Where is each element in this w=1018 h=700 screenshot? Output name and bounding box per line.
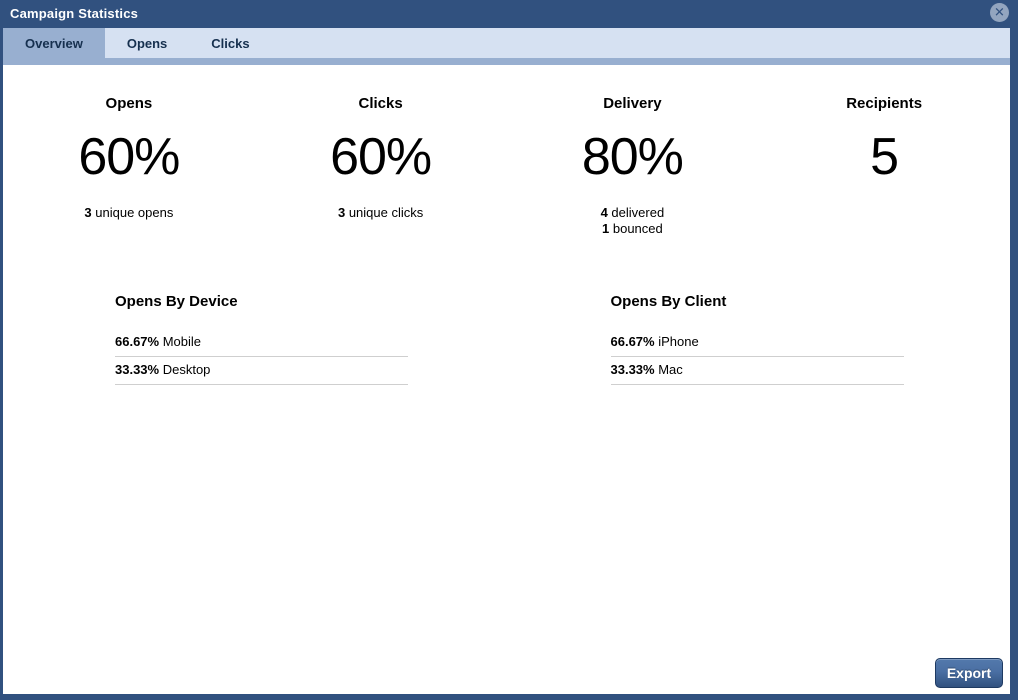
- detail-count: 3: [84, 205, 91, 220]
- breakdown-row: 33.33% Desktop: [115, 357, 408, 385]
- detail-label: unique opens: [95, 205, 173, 220]
- detail-count: 3: [338, 205, 345, 220]
- row-label: Mac: [658, 362, 683, 377]
- section-opens-by-client: Opens By Client 66.67% iPhone 33.33% Mac: [507, 293, 1011, 385]
- tab-clicks[interactable]: Clicks: [189, 28, 271, 58]
- tab-opens[interactable]: Opens: [105, 28, 189, 58]
- breakdown-row: 33.33% Mac: [611, 357, 904, 385]
- close-button[interactable]: ✕: [990, 3, 1009, 22]
- section-title: Opens By Device: [115, 293, 507, 311]
- stat-title: Opens: [3, 95, 255, 113]
- row-label: iPhone: [658, 334, 698, 349]
- stat-detail-line: 1 bounced: [507, 221, 759, 237]
- selected-tab-strip: [3, 58, 1010, 65]
- row-label: Desktop: [163, 362, 211, 377]
- row-percent: 66.67%: [611, 334, 655, 349]
- breakdown-row: 66.67% iPhone: [611, 329, 904, 357]
- stat-value: 5: [758, 129, 1010, 185]
- detail-count: 1: [602, 221, 609, 236]
- overview-panel: Opens 60% 3 unique opens Clicks 60% 3 un…: [3, 65, 1010, 694]
- stat-value: 60%: [3, 129, 255, 185]
- stat-delivery: Delivery 80% 4 delivered 1 bounced: [507, 95, 759, 237]
- row-label: Mobile: [163, 334, 201, 349]
- stat-details: 3 unique opens: [3, 205, 255, 221]
- tab-overview[interactable]: Overview: [3, 28, 105, 58]
- breakdown-row: 66.67% Mobile: [115, 329, 408, 357]
- stat-recipients: Recipients 5: [758, 95, 1010, 237]
- stat-title: Clicks: [255, 95, 507, 113]
- detail-label: bounced: [613, 221, 663, 236]
- stat-details: 4 delivered 1 bounced: [507, 205, 759, 237]
- stat-opens: Opens 60% 3 unique opens: [3, 95, 255, 237]
- titlebar: Campaign Statistics ✕: [0, 0, 1018, 28]
- close-icon: ✕: [994, 6, 1005, 19]
- summary-stats-row: Opens 60% 3 unique opens Clicks 60% 3 un…: [3, 65, 1010, 237]
- breakdown-sections: Opens By Device 66.67% Mobile 33.33% Des…: [3, 293, 1010, 385]
- stat-title: Delivery: [507, 95, 759, 113]
- dialog-title: Campaign Statistics: [10, 6, 138, 21]
- detail-label: delivered: [611, 205, 664, 220]
- campaign-statistics-dialog: Campaign Statistics ✕ Overview Opens Cli…: [0, 0, 1018, 700]
- stat-detail-line: 4 delivered: [507, 205, 759, 221]
- section-title: Opens By Client: [611, 293, 1011, 311]
- detail-label: unique clicks: [349, 205, 423, 220]
- row-percent: 66.67%: [115, 334, 159, 349]
- stat-details: 3 unique clicks: [255, 205, 507, 221]
- tab-bar: Overview Opens Clicks: [3, 28, 1010, 58]
- stat-clicks: Clicks 60% 3 unique clicks: [255, 95, 507, 237]
- stat-value: 80%: [507, 129, 759, 185]
- stat-value: 60%: [255, 129, 507, 185]
- section-opens-by-device: Opens By Device 66.67% Mobile 33.33% Des…: [3, 293, 507, 385]
- row-percent: 33.33%: [115, 362, 159, 377]
- stat-detail-line: 3 unique clicks: [255, 205, 507, 221]
- row-percent: 33.33%: [611, 362, 655, 377]
- export-button[interactable]: Export: [935, 658, 1003, 688]
- stat-title: Recipients: [758, 95, 1010, 113]
- stat-detail-line: 3 unique opens: [3, 205, 255, 221]
- detail-count: 4: [601, 205, 608, 220]
